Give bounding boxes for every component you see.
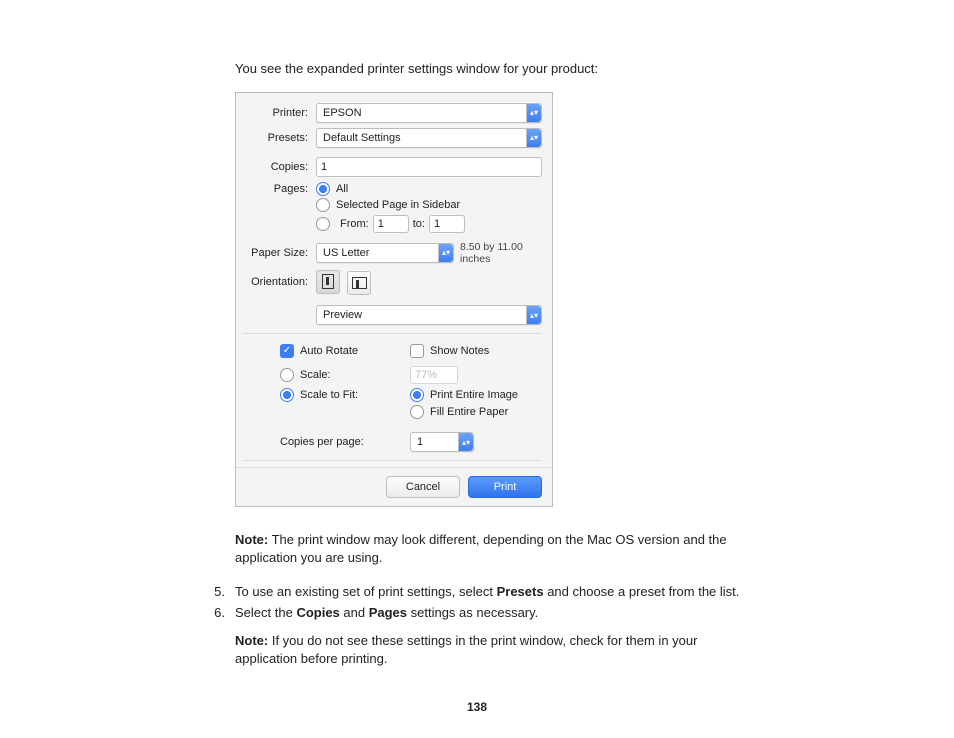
- auto-rotate-label: Auto Rotate: [300, 345, 358, 357]
- pages-to-input[interactable]: 1: [429, 215, 465, 233]
- step-number: 6.: [207, 605, 225, 620]
- pages-from-label: From:: [340, 218, 369, 230]
- pages-all-radio[interactable]: [316, 182, 330, 196]
- copies-per-page-value: 1: [417, 436, 423, 448]
- presets-label: Presets:: [242, 132, 316, 144]
- scale-radio[interactable]: [280, 368, 294, 382]
- updown-icon: ▴▾: [438, 244, 453, 262]
- print-button[interactable]: Print: [468, 476, 542, 498]
- pages-to-label: to:: [413, 218, 425, 230]
- orientation-portrait-button[interactable]: [316, 270, 340, 294]
- note-text: If you do not see these settings in the …: [235, 633, 697, 666]
- step5-presets: Presets: [497, 584, 544, 599]
- step5-text-a: To use an existing set of print settings…: [235, 584, 497, 599]
- separator: [242, 333, 542, 334]
- intro-text: You see the expanded printer settings wi…: [235, 60, 755, 78]
- fill-entire-radio[interactable]: [410, 405, 424, 419]
- landscape-icon: [352, 277, 367, 289]
- pages-from-input[interactable]: 1: [373, 215, 409, 233]
- separator: [242, 460, 542, 461]
- scale-to-fit-radio[interactable]: [280, 388, 294, 402]
- printer-label: Printer:: [242, 107, 316, 119]
- scale-input: 77%: [410, 366, 458, 384]
- scale-label: Scale:: [300, 369, 331, 381]
- page-number: 138: [0, 700, 954, 714]
- updown-icon: ▴▾: [458, 433, 473, 451]
- orientation-landscape-button[interactable]: [347, 271, 371, 295]
- document-page: You see the expanded printer settings wi…: [0, 0, 954, 667]
- updown-icon: ▴▾: [526, 129, 541, 147]
- note-2: Note: If you do not see these settings i…: [235, 632, 755, 667]
- step6-pages: Pages: [369, 605, 407, 620]
- copies-value: 1: [321, 161, 327, 173]
- print-entire-label: Print Entire Image: [430, 389, 518, 401]
- scale-to-fit-label: Scale to Fit:: [300, 389, 358, 401]
- printer-select[interactable]: EPSON ▴▾: [316, 103, 542, 123]
- presets-value: Default Settings: [323, 132, 401, 144]
- paper-size-select[interactable]: US Letter ▴▾: [316, 243, 454, 263]
- paper-size-label: Paper Size:: [242, 247, 316, 259]
- note-text: The print window may look different, dep…: [235, 532, 727, 565]
- copies-per-page-select[interactable]: 1 ▴▾: [410, 432, 474, 452]
- orientation-label: Orientation:: [242, 276, 316, 288]
- cancel-button[interactable]: Cancel: [386, 476, 460, 498]
- note-label: Note:: [235, 633, 268, 648]
- copies-per-page-label: Copies per page:: [280, 436, 364, 448]
- paper-size-value: US Letter: [323, 247, 369, 259]
- step5-text-c: and choose a preset from the list.: [544, 584, 740, 599]
- step-6: 6. Select the Copies and Pages settings …: [235, 605, 755, 620]
- copies-label: Copies:: [242, 161, 316, 173]
- fill-entire-label: Fill Entire Paper: [430, 406, 508, 418]
- portrait-icon: [322, 274, 334, 289]
- paper-size-hint: 8.50 by 11.00 inches: [460, 241, 542, 265]
- printer-value: EPSON: [323, 107, 362, 119]
- pages-from-radio[interactable]: [316, 217, 330, 231]
- pages-label: Pages:: [242, 183, 316, 195]
- pages-selected-text: Selected Page in Sidebar: [336, 199, 460, 211]
- pages-selected-radio[interactable]: [316, 198, 330, 212]
- pages-all-text: All: [336, 183, 348, 195]
- step6-text-c: and: [340, 605, 369, 620]
- step6-text-e: settings as necessary.: [407, 605, 538, 620]
- copies-input[interactable]: 1: [316, 157, 542, 177]
- step6-copies: Copies: [296, 605, 339, 620]
- print-dialog: Printer: EPSON ▴▾ Presets: Default Setti…: [235, 92, 553, 508]
- note-label: Note:: [235, 532, 268, 547]
- auto-rotate-checkbox[interactable]: ✓: [280, 344, 294, 358]
- section-value: Preview: [323, 309, 362, 321]
- section-select[interactable]: Preview ▴▾: [316, 305, 542, 325]
- show-notes-label: Show Notes: [430, 345, 489, 357]
- print-entire-radio[interactable]: [410, 388, 424, 402]
- note-1: Note: The print window may look differen…: [235, 531, 755, 566]
- updown-icon: ▴▾: [526, 104, 541, 122]
- updown-icon: ▴▾: [526, 306, 541, 324]
- step6-text-a: Select the: [235, 605, 296, 620]
- presets-select[interactable]: Default Settings ▴▾: [316, 128, 542, 148]
- step-number: 5.: [207, 584, 225, 599]
- show-notes-checkbox[interactable]: [410, 344, 424, 358]
- step-5: 5. To use an existing set of print setti…: [235, 584, 755, 599]
